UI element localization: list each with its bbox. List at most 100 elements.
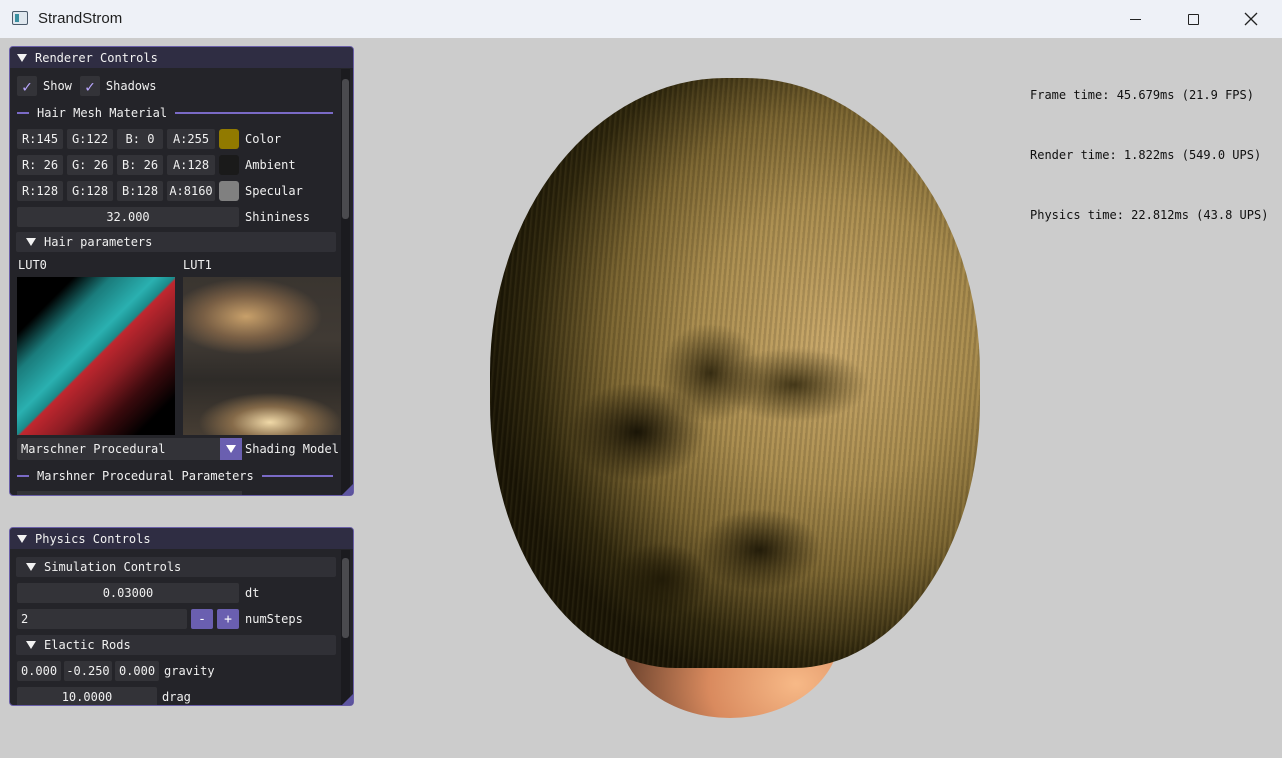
window-title: StrandStrom (38, 10, 123, 27)
title-bar: StrandStrom (0, 0, 1282, 38)
separator-label: Hair Mesh Material (37, 106, 168, 120)
ambient-row: R: 26 G: 26 B: 26 A:128 Ambient (17, 154, 296, 176)
marschner-params-separator: Marshner Procedural Parameters (17, 467, 333, 485)
resize-grip[interactable] (342, 484, 353, 495)
hair-parameters-header[interactable]: Hair parameters (16, 232, 336, 252)
lut0-image (17, 277, 175, 435)
visibility-row: ✓ Show ✓ Shadows (17, 75, 156, 97)
checkmark-icon: ✓ (85, 76, 95, 96)
ambient-label: Ambient (245, 158, 296, 172)
separator-line (17, 112, 29, 114)
num-steps-row: 2 - + numSteps (17, 608, 303, 630)
separator-line (261, 475, 333, 477)
num-steps-increment-button[interactable]: + (217, 609, 239, 629)
maximize-icon (1187, 13, 1199, 25)
show-label: Show (43, 79, 72, 93)
ambient-swatch[interactable] (219, 155, 239, 175)
close-button[interactable] (1222, 0, 1280, 38)
ambient-r-field[interactable]: R: 26 (17, 155, 63, 175)
specular-a-field[interactable]: A:8160 (167, 181, 215, 201)
collapse-triangle-icon (17, 534, 27, 543)
separator-line (175, 112, 333, 114)
physics-scrollbar[interactable] (341, 550, 350, 705)
specular-b-field[interactable]: B:128 (117, 181, 163, 201)
specular-g-field[interactable]: G:128 (67, 181, 113, 201)
separator-label: Marshner Procedural Parameters (37, 469, 254, 483)
color-g-field[interactable]: G:122 (67, 129, 113, 149)
stats-overlay: Frame time: 45.679ms (21.9 FPS) Render t… (1030, 45, 1268, 265)
color-b-field[interactable]: B: 0 (117, 129, 163, 149)
num-steps-label: numSteps (245, 612, 303, 626)
shadows-checkbox[interactable]: ✓ (79, 76, 100, 96)
subheader-label: Elactic Rods (44, 638, 131, 652)
ambient-g-field[interactable]: G: 26 (67, 155, 113, 175)
collapse-triangle-icon (26, 563, 36, 571)
panel-title: Renderer Controls (35, 50, 158, 65)
color-label: Color (245, 132, 282, 146)
collapse-triangle-icon (26, 641, 36, 649)
scroll-thumb[interactable] (342, 79, 349, 219)
gravity-y-field[interactable]: -0.250 (64, 661, 112, 681)
gravity-x-field[interactable]: 0.000 (17, 661, 61, 681)
elastic-rods-header[interactable]: Elactic Rods (16, 635, 336, 655)
gravity-z-field[interactable]: 0.000 (115, 661, 159, 681)
chevron-down-icon (226, 445, 236, 453)
subheader-label: Hair parameters (44, 235, 153, 249)
physics-time-text: Physics time: 22.812ms (43.8 UPS) (1030, 208, 1269, 222)
subheader-label: Simulation Controls (44, 560, 182, 574)
drag-field[interactable]: 10.0000 (17, 687, 157, 705)
minimize-button[interactable] (1106, 0, 1164, 38)
num-steps-decrement-button[interactable]: - (191, 609, 213, 629)
maximize-button[interactable] (1164, 0, 1222, 38)
lut1-label: LUT1 (183, 258, 212, 272)
specular-label: Specular (245, 184, 303, 198)
physics-controls-header[interactable]: Physics Controls (10, 528, 353, 549)
next-field-partial[interactable] (17, 491, 242, 495)
ambient-a-field[interactable]: A:128 (167, 155, 215, 175)
color-row: R:145 G:122 B: 0 A:255 Color (17, 128, 281, 150)
renderer-scrollbar[interactable] (341, 69, 350, 495)
shininess-row: 32.000 Shininess (17, 206, 310, 228)
shading-model-label: Shading Model (245, 442, 339, 456)
dt-field[interactable]: 0.03000 (17, 583, 239, 603)
hair-mesh-material-separator: Hair Mesh Material (17, 104, 333, 122)
dt-row: 0.03000 dt (17, 582, 259, 604)
combo-arrow-button[interactable] (220, 438, 242, 460)
render-viewport[interactable]: Frame time: 45.679ms (21.9 FPS) Render t… (0, 38, 1282, 758)
scroll-thumb[interactable] (342, 558, 349, 638)
panel-title: Physics Controls (35, 531, 151, 546)
shading-model-value: Marschner Procedural (21, 442, 166, 456)
hair-render (470, 68, 1010, 728)
shininess-field[interactable]: 32.000 (17, 207, 239, 227)
resize-grip[interactable] (342, 694, 353, 705)
lut1-image (183, 277, 341, 435)
color-swatch[interactable] (219, 129, 239, 149)
gravity-row: 0.000 -0.250 0.000 gravity (17, 660, 215, 682)
render-time-text: Render time: 1.822ms (549.0 UPS) (1030, 148, 1262, 162)
num-steps-field[interactable]: 2 (17, 609, 187, 629)
renderer-controls-panel: Renderer Controls ✓ Show ✓ Shadows Hair … (9, 46, 354, 496)
shading-model-combo[interactable]: Marschner Procedural (17, 438, 242, 460)
dt-label: dt (245, 586, 260, 600)
specular-swatch[interactable] (219, 181, 239, 201)
app-icon (12, 11, 28, 25)
drag-row: 10.0000 drag (17, 686, 191, 705)
show-checkbox[interactable]: ✓ (17, 76, 37, 96)
color-a-field[interactable]: A:255 (167, 129, 215, 149)
specular-r-field[interactable]: R:128 (17, 181, 63, 201)
shadows-label: Shadows (105, 79, 157, 93)
renderer-controls-header[interactable]: Renderer Controls (10, 47, 353, 68)
lut0-label: LUT0 (18, 258, 47, 272)
collapse-triangle-icon (26, 238, 36, 246)
simulation-controls-header[interactable]: Simulation Controls (16, 557, 336, 577)
color-r-field[interactable]: R:145 (17, 129, 63, 149)
separator-line (17, 475, 29, 477)
ambient-b-field[interactable]: B: 26 (117, 155, 163, 175)
checkmark-icon: ✓ (22, 76, 32, 96)
collapse-triangle-icon (17, 53, 27, 62)
hair-strands (490, 78, 980, 668)
shininess-label: Shininess (245, 210, 311, 224)
physics-controls-panel: Physics Controls Simulation Controls 0.0… (9, 527, 354, 706)
close-icon (1244, 12, 1258, 26)
drag-label: drag (162, 690, 191, 704)
